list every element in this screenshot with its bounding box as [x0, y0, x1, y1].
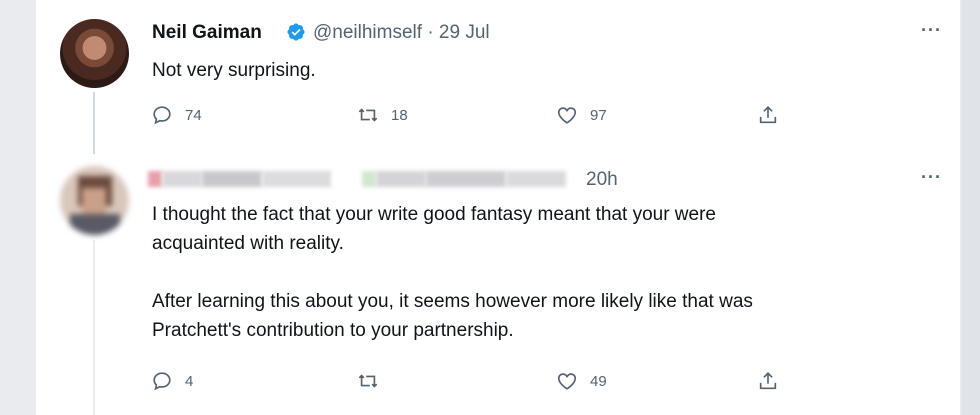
reply-icon [153, 106, 171, 125]
like-button[interactable]: 49 [556, 370, 607, 392]
like-icon [557, 107, 577, 124]
retweet-button[interactable]: 18 [357, 104, 408, 126]
reply-count: 74 [185, 106, 202, 124]
retweet-icon [358, 374, 378, 388]
handle-and-date[interactable]: @neilhimself · 29 Jul [313, 22, 490, 44]
reply-icon [153, 372, 171, 391]
like-icon [557, 373, 577, 390]
reply-button[interactable]: 4 [151, 370, 193, 392]
avatar[interactable] [60, 166, 129, 235]
verified-badge-icon [287, 23, 305, 41]
author-name[interactable]: Neil Gaiman [152, 22, 262, 44]
tweet-text: Not very surprising. [152, 60, 316, 81]
more-icon[interactable]: ··· [921, 20, 942, 41]
share-button[interactable] [757, 104, 779, 126]
reply-count: 4 [185, 372, 194, 390]
retweet-icon [358, 108, 378, 122]
reply-button[interactable]: 74 [151, 104, 202, 126]
thread-line [93, 92, 95, 154]
avatar[interactable] [60, 19, 129, 88]
scrollbar[interactable] [962, 0, 980, 415]
share-icon [759, 106, 777, 124]
thread-line [93, 240, 95, 415]
retweet-button[interactable] [357, 370, 391, 392]
like-button[interactable]: 97 [556, 104, 607, 126]
share-icon [759, 372, 777, 390]
tweet-time[interactable]: 20h [586, 169, 618, 191]
author-name[interactable] [148, 171, 566, 187]
like-count: 97 [590, 106, 607, 124]
tweet-text: I thought the fact that your write good … [152, 204, 753, 341]
retweet-count: 18 [391, 106, 408, 124]
like-count: 49 [590, 372, 607, 390]
more-icon[interactable]: ··· [921, 167, 942, 188]
share-button[interactable] [757, 370, 779, 392]
